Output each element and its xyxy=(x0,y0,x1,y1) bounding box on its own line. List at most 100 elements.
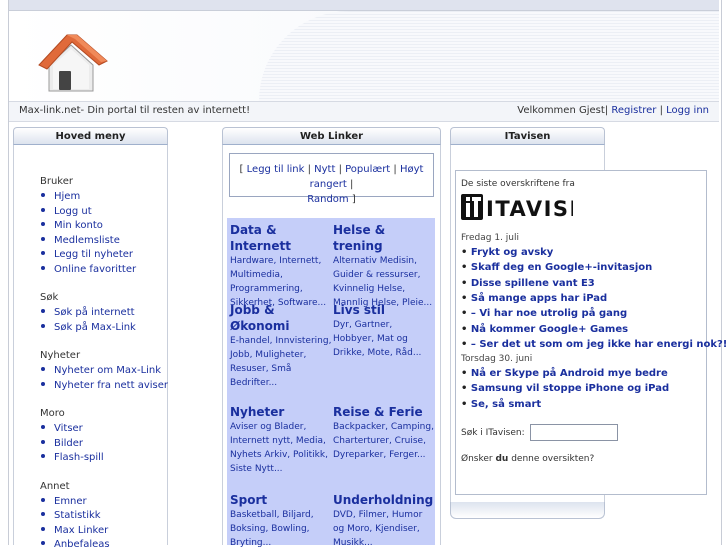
menu-item-link[interactable]: Vitser xyxy=(54,423,83,434)
banner-swoosh xyxy=(259,11,719,101)
bullet-icon xyxy=(41,222,45,226)
house-logo-icon[interactable] xyxy=(37,31,109,97)
menu-item[interactable]: Flash-spill xyxy=(41,452,104,463)
category-title-link[interactable]: Helse & trening xyxy=(333,222,436,254)
login-link[interactable]: Logg inn xyxy=(666,105,709,116)
category-subcategories[interactable]: DVD, Filmer, Humor og Moro, Kjendiser, M… xyxy=(333,508,436,550)
menu-item[interactable]: Bilder xyxy=(41,438,83,449)
news-headline-link[interactable]: – Ser det ut som om jeg ikke har energi … xyxy=(471,339,727,350)
bullet-icon xyxy=(41,309,45,313)
news-item[interactable]: • Samsung vil stoppe iPhone og iPad xyxy=(461,383,669,394)
bullet-icon: • xyxy=(461,277,471,289)
menu-item[interactable]: Legg til nyheter xyxy=(41,249,133,260)
news-item[interactable]: • Se, så smart xyxy=(461,399,541,410)
news-item[interactable]: • – Ser det ut som om jeg ikke har energ… xyxy=(461,339,727,350)
menu-item-link[interactable]: Nyheter fra nett aviser xyxy=(54,380,168,391)
bullet-icon: • xyxy=(461,398,471,410)
news-headline-link[interactable]: – Vi har noe utrolig på gang xyxy=(471,308,627,319)
category-subcategories[interactable]: Backpacker, Camping, Charterturer, Cruis… xyxy=(333,420,436,462)
menu-item[interactable]: Nyheter fra nett aviser xyxy=(41,380,168,391)
menu-item-link[interactable]: Søk på Max-Link xyxy=(54,322,136,333)
news-headline-link[interactable]: Skaff deg en Google+-invitasjon xyxy=(471,262,652,273)
bullet-icon: • xyxy=(461,338,471,350)
menu-item-link[interactable]: Nyheter om Max-Link xyxy=(54,365,161,376)
category-grid: Data & Internett Hardware, Internett, Mul… xyxy=(227,218,436,548)
menu-item[interactable]: Min konto xyxy=(41,220,103,231)
bullet-icon xyxy=(41,526,45,531)
news-headline-link[interactable]: Nå kommer Google+ Games xyxy=(471,324,628,335)
itavisen-search-input[interactable] xyxy=(530,424,618,441)
bullet-icon: • xyxy=(461,292,471,304)
news-item[interactable]: • Frykt og avsky xyxy=(461,247,553,258)
bullet-icon xyxy=(41,439,45,444)
category-block: Livs stil Dyr, Gartner, Hobbyer, Mat og D… xyxy=(333,302,436,360)
category-title-link[interactable]: Sport xyxy=(230,492,333,508)
menu-item-link[interactable]: Bilder xyxy=(54,438,83,449)
news-headline-link[interactable]: Se, så smart xyxy=(471,399,541,410)
menu-item[interactable]: Hjem xyxy=(41,191,80,202)
news-item[interactable]: • Disse spillene vant E3 xyxy=(461,278,595,289)
menu-item-link[interactable]: Online favoritter xyxy=(54,264,136,275)
itavisen-more-prefix: Ønsker xyxy=(461,454,496,464)
itavisen-logo-icon[interactable]: ITAVISEN xyxy=(461,194,573,220)
itavisen-logo-text: ITAVISEN xyxy=(486,197,573,220)
news-headline-link[interactable]: Disse spillene vant E3 xyxy=(471,278,595,289)
menu-item-link[interactable]: Logg ut xyxy=(54,206,92,217)
add-link[interactable]: Legg til link xyxy=(247,164,305,175)
bullet-icon xyxy=(41,367,45,371)
register-link[interactable]: Registrer xyxy=(611,105,656,116)
menu-item-link[interactable]: Legg til nyheter xyxy=(54,249,133,260)
menu-item-link[interactable]: Hjem xyxy=(54,191,80,202)
bullet-icon: • xyxy=(461,308,471,320)
news-headline-link[interactable]: Nå er Skype på Android mye bedre xyxy=(471,368,668,379)
new-link[interactable]: Nytt xyxy=(314,164,335,175)
category-subcategories[interactable]: Dyr, Gartner, Hobbyer, Mat og Drikke, Mo… xyxy=(333,318,436,360)
category-subcategories[interactable]: E-handel, Innvistering, Jobb, Muligheter… xyxy=(230,334,333,390)
news-headline-link[interactable]: Så mange apps har iPad xyxy=(471,293,607,304)
category-title-link[interactable]: Data & Internett xyxy=(230,222,333,254)
menu-item[interactable]: Logg ut xyxy=(41,206,92,217)
category-title-link[interactable]: Underholdning xyxy=(333,492,436,508)
category-title-link[interactable]: Livs stil xyxy=(333,302,436,318)
category-title-link[interactable]: Reise & Ferie xyxy=(333,404,436,420)
popular-link[interactable]: Populært xyxy=(345,164,390,175)
itavisen-search-label: Søk i ITavisen: xyxy=(461,428,525,438)
menu-item[interactable]: Max Linker xyxy=(41,525,108,536)
menu-item[interactable]: Søk på internett xyxy=(41,307,135,318)
category-title-link[interactable]: Jobb & Økonomi xyxy=(230,302,333,334)
welcome-text: Velkommen Gjest xyxy=(517,105,605,116)
news-item[interactable]: • Nå kommer Google+ Games xyxy=(461,324,628,335)
news-item[interactable]: • Skaff deg en Google+-invitasjon xyxy=(461,262,652,273)
menu-item[interactable]: Medlemsliste xyxy=(41,235,120,246)
news-item[interactable]: • Så mange apps har iPad xyxy=(461,293,607,304)
menu-item-link[interactable]: Statistikk xyxy=(54,510,101,521)
category-title-link[interactable]: Nyheter xyxy=(230,404,333,420)
random-link[interactable]: Random xyxy=(307,194,348,205)
news-item[interactable]: • – Vi har noe utrolig på gang xyxy=(461,308,627,319)
menu-item-link[interactable]: Flash-spill xyxy=(54,452,104,463)
category-block: Data & Internett Hardware, Internett, Mul… xyxy=(230,222,333,310)
bullet-icon xyxy=(41,541,45,545)
top-band xyxy=(9,0,719,11)
menu-item-link[interactable]: Medlemsliste xyxy=(54,235,120,246)
menu-item[interactable]: Nyheter om Max-Link xyxy=(41,365,161,376)
menu-item[interactable]: Statistikk xyxy=(41,510,101,521)
menu-item-link[interactable]: Max Linker xyxy=(54,525,108,536)
user-bar: Velkommen Gjest| Registrer | Logg inn xyxy=(517,105,709,116)
menu-item-link[interactable]: Min konto xyxy=(54,220,103,231)
bullet-icon: • xyxy=(461,323,471,335)
menu-item[interactable]: Søk på Max-Link xyxy=(41,322,136,333)
menu-item[interactable]: Vitser xyxy=(41,423,83,434)
menu-item[interactable]: Online favoritter xyxy=(41,264,136,275)
category-subcategories[interactable]: Aviser og Blader, Internett nytt, Media,… xyxy=(230,420,333,476)
news-headline-link[interactable]: Samsung vil stoppe iPhone og iPad xyxy=(471,383,669,394)
menu-item[interactable]: Emner xyxy=(41,496,87,507)
news-item[interactable]: • Nå er Skype på Android mye bedre xyxy=(461,368,668,379)
menu-item-link[interactable]: Søk på internett xyxy=(54,307,135,318)
site-tagline: Max-link.net- Din portal til resten av i… xyxy=(19,105,251,116)
itavisen-more-suffix: denne oversikten? xyxy=(508,454,595,464)
category-subcategories[interactable]: Basketball, Biljard, Boksing, Bowling, B… xyxy=(230,508,333,550)
menu-group-label: Søk xyxy=(40,292,59,303)
news-headline-link[interactable]: Frykt og avsky xyxy=(471,247,553,258)
menu-item-link[interactable]: Emner xyxy=(54,496,87,507)
